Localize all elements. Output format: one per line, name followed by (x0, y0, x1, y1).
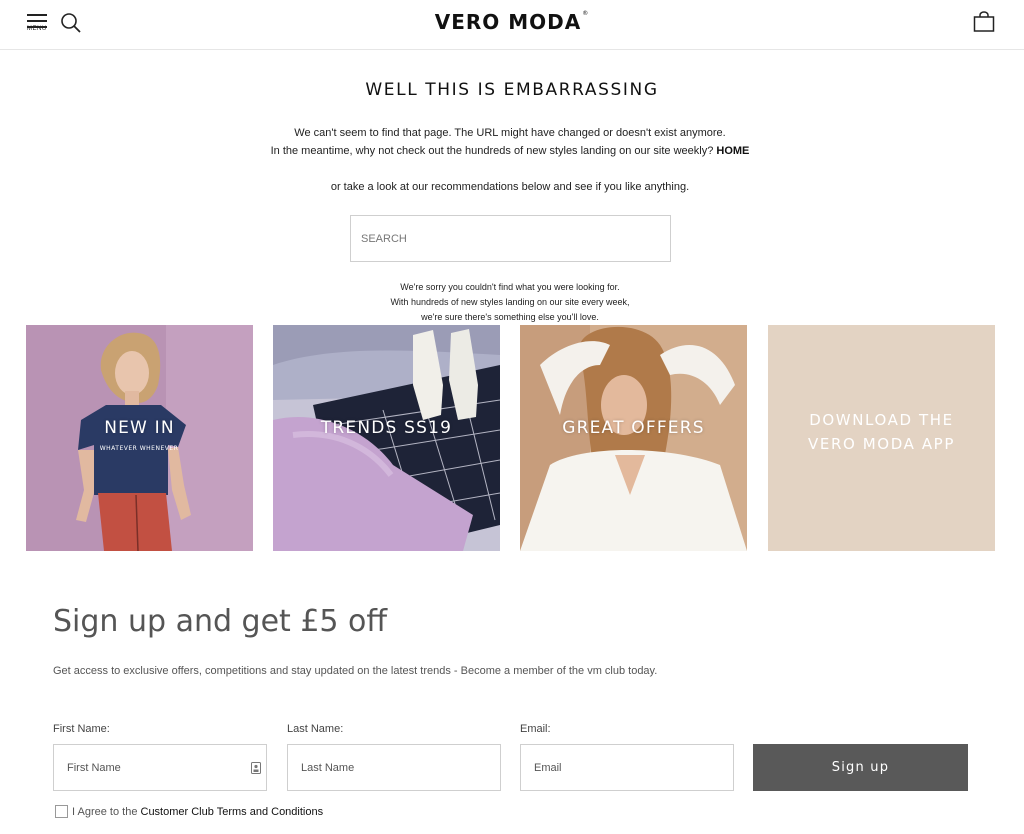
site-header: MENU VERO MODA® (0, 0, 1024, 50)
logo-text: VERO MODA (434, 10, 582, 34)
tile-label-new-in: NEW IN (104, 418, 175, 438)
first-name-input[interactable] (54, 745, 266, 790)
terms-link[interactable]: Customer Club Terms and Conditions (141, 806, 324, 818)
tile-trends[interactable]: TRENDS SS19 (273, 325, 500, 551)
message-line-3: or take a look at our recommendations be… (330, 181, 690, 193)
first-name-field[interactable] (53, 744, 267, 791)
message-line-2-text: In the meantime, why not check out the h… (270, 145, 714, 157)
last-name-label: Last Name: (287, 723, 344, 735)
sign-up-button[interactable]: Sign up (753, 744, 968, 791)
search-field[interactable] (350, 215, 671, 262)
shopping-bag-icon (973, 11, 995, 32)
great-offers-image (520, 325, 747, 551)
first-name-label: First Name: (53, 723, 110, 735)
trends-image (273, 325, 500, 551)
tile-label-trends: TRENDS SS19 (320, 418, 453, 438)
sorry-line-3: we're sure there's something else you'll… (421, 312, 599, 322)
tile-label-download-line-2: VERO MODA APP (808, 435, 955, 453)
tile-label-great-offers: GREAT OFFERS (562, 418, 705, 438)
tile-great-offers[interactable]: GREAT OFFERS (520, 325, 747, 551)
page-title: WELL THIS IS EMBARRASSING (365, 80, 659, 100)
tee-print-text: WHATEVER WHENEVER (100, 445, 179, 452)
home-link[interactable]: HOME (716, 145, 749, 157)
terms-agree-text: I Agree to the Customer Club Terms and C… (72, 806, 323, 818)
terms-checkbox[interactable] (55, 805, 68, 818)
email-label: Email: (520, 723, 551, 735)
sorry-line-2: With hundreds of new styles landing on o… (390, 297, 630, 307)
tile-label-download-line-1: DOWNLOAD THE (809, 411, 954, 429)
tile-new-in[interactable]: WHATEVER WHENEVER NEW IN (26, 325, 253, 551)
email-input[interactable] (521, 745, 733, 790)
registered-mark: ® (582, 10, 590, 17)
last-name-input[interactable] (288, 745, 500, 790)
agree-prefix: I Agree to the (72, 806, 138, 818)
sorry-line-1: We're sorry you couldn't find what you w… (400, 282, 620, 292)
message-line-1: We can't seem to find that page. The URL… (294, 127, 726, 139)
tile-download-app[interactable]: DOWNLOAD THE VERO MODA APP (768, 325, 995, 551)
last-name-field[interactable] (287, 744, 501, 791)
autofill-icon[interactable] (250, 761, 262, 775)
shopping-bag-button[interactable] (972, 10, 996, 34)
brand-logo[interactable]: VERO MODA® (0, 10, 1024, 34)
new-in-image: WHATEVER WHENEVER (26, 325, 253, 551)
signup-title: Sign up and get £5 off (53, 604, 388, 639)
search-input[interactable] (351, 216, 670, 261)
signup-subtitle: Get access to exclusive offers, competit… (53, 665, 658, 677)
email-field[interactable] (520, 744, 734, 791)
message-line-2: In the meantime, why not check out the h… (0, 145, 1020, 157)
